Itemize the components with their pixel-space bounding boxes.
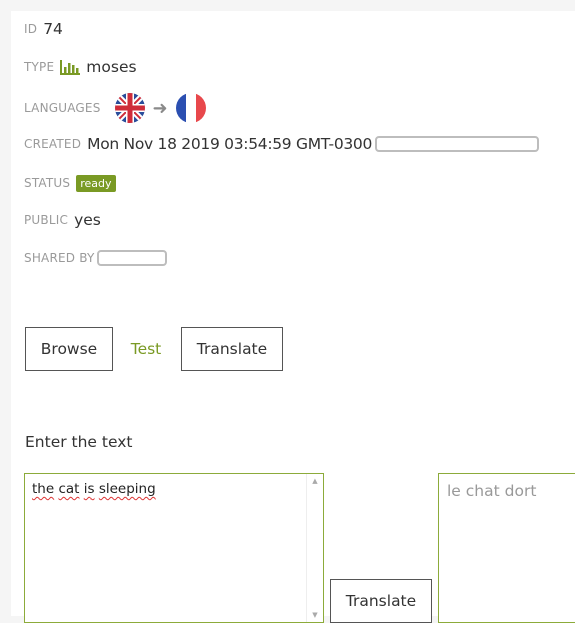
arrow-right-icon: ➜ xyxy=(152,97,168,119)
scroll-down-icon[interactable]: ▼ xyxy=(307,608,323,622)
id-value: 74 xyxy=(43,20,63,38)
uk-flag-icon xyxy=(114,93,145,123)
redacted-box xyxy=(375,136,540,152)
public-label: PUBLIC xyxy=(24,213,69,227)
output-text-area[interactable]: le chat dort xyxy=(438,473,575,623)
id-row: ID 74 xyxy=(24,17,63,41)
public-row: PUBLIC yes xyxy=(24,208,101,232)
source-word: the xyxy=(32,481,55,497)
type-label: TYPE xyxy=(24,60,55,74)
redacted-box xyxy=(96,250,167,266)
id-label: ID xyxy=(24,22,38,36)
languages-row: LANGUAGES ➜ xyxy=(24,93,206,123)
source-word: cat xyxy=(58,481,80,497)
type-value: moses xyxy=(86,58,137,76)
scroll-up-icon[interactable]: ▲ xyxy=(307,474,323,488)
source-text-input[interactable]: the cat is sleeping ▲ ▼ xyxy=(24,473,324,623)
output-text: le chat dort xyxy=(447,482,537,500)
status-badge: ready xyxy=(76,174,116,192)
translate-button[interactable]: Translate xyxy=(330,579,432,623)
bar-chart-icon xyxy=(60,59,81,75)
created-row: CREATED Mon Nov 18 2019 03:54:59 GMT-030… xyxy=(24,132,540,156)
source-text: the cat is sleeping xyxy=(32,481,156,497)
type-row: TYPE moses xyxy=(24,55,137,79)
languages-label: LANGUAGES xyxy=(24,101,101,115)
created-label: CREATED xyxy=(24,137,82,151)
status-row: STATUS ready xyxy=(24,171,116,195)
translate-tab-button[interactable]: Translate xyxy=(181,327,283,371)
source-word: sleeping xyxy=(98,481,156,497)
shared-by-label: SHARED BY xyxy=(24,251,95,265)
source-word: is xyxy=(83,481,95,497)
created-value: Mon Nov 18 2019 03:54:59 GMT-0300 xyxy=(87,135,373,153)
enter-text-label: Enter the text xyxy=(25,433,133,451)
scrollbar[interactable]: ▲ ▼ xyxy=(306,474,323,622)
public-value: yes xyxy=(74,211,101,229)
browse-button[interactable]: Browse xyxy=(25,327,113,371)
shared-by-row: SHARED BY xyxy=(24,246,167,270)
france-flag-icon xyxy=(175,93,206,123)
tab-test[interactable]: Test xyxy=(120,327,172,371)
status-label: STATUS xyxy=(24,176,71,190)
